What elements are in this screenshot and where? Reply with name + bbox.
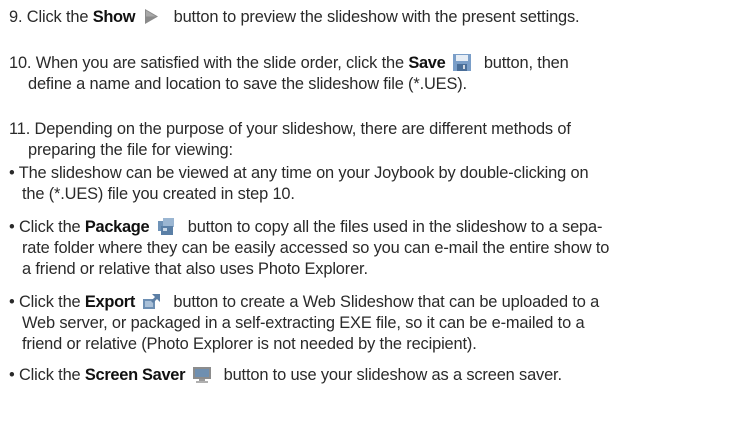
step-10: 10. When you are satisfied with the slid… [9,53,569,93]
bullet-package: • Click the Package button to copy all t… [9,217,610,278]
step-number: 9. [9,8,23,26]
bullet-marker: • [9,218,15,236]
play-icon [141,7,163,26]
package-icon [155,217,177,236]
keyword-show: Show [92,8,136,26]
bullet-screen-saver: • Click the Screen Saver button to use y… [9,365,562,384]
keyword-export: Export [84,293,136,311]
save-icon [451,53,473,72]
step-11: 11. Depending on the purpose of your sli… [9,120,571,159]
bullet-marker: • [9,366,15,384]
keyword-package: Package [84,218,150,236]
step-number: 10. [9,54,32,72]
bullet-export: • Click the Export button to create a We… [9,292,600,353]
export-icon [141,292,163,311]
bullet-joybook: • The slideshow can be viewed at any tim… [9,164,589,203]
monitor-icon [191,365,213,384]
step-9: 9. Click the Show button to preview the … [9,7,580,26]
keyword-screen-saver: Screen Saver [84,366,186,384]
step-number: 11. [9,120,31,138]
bullet-marker: • [9,293,15,311]
bullet-marker: • [9,164,15,182]
keyword-save: Save [408,54,446,72]
